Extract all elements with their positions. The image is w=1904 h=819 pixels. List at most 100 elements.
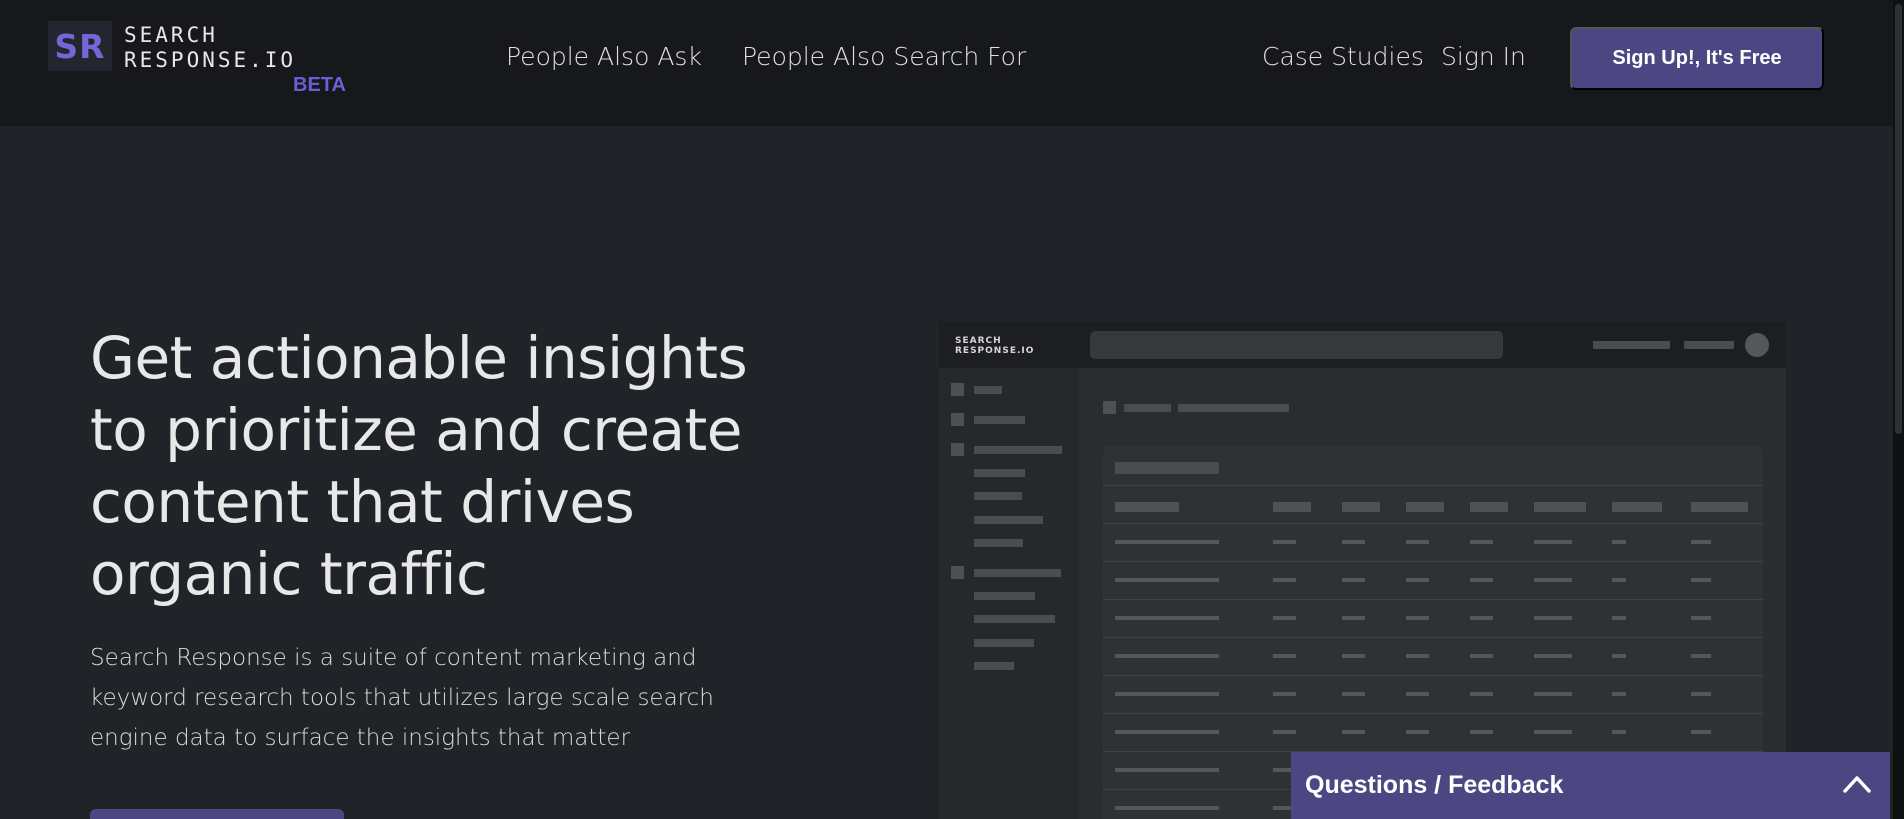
page-scrollbar[interactable] [1893,0,1904,819]
preview-table-cell [1115,578,1219,582]
preview-table-cell [1534,578,1572,582]
preview-table-cell [1612,578,1626,582]
preview-table-cell [1691,616,1711,620]
nav-people-also-search-for[interactable]: People Also Search For [742,42,1026,71]
logo-mark: SR [48,21,112,71]
preview-table-cell [1470,616,1493,620]
preview-sidebar-item [974,446,1062,454]
preview-sidebar-icon [951,413,964,426]
preview-table-cell [1406,654,1429,658]
preview-breadcrumb-icon [1103,401,1116,414]
preview-table-cell [1273,616,1296,620]
preview-table-header-cell [1534,502,1586,512]
preview-table-cell [1115,768,1219,772]
nav-sign-in[interactable]: Sign In [1441,42,1526,71]
preview-sidebar-subitem [974,592,1035,600]
preview-table-cell [1470,692,1493,696]
chevron-up-icon[interactable] [1842,773,1872,795]
preview-table-cell [1691,654,1711,658]
preview-breadcrumb [1124,404,1171,412]
preview-table-cell [1342,654,1365,658]
preview-logo-line-2: RESPONSE.IO [955,346,1035,356]
preview-table-cell [1273,730,1296,734]
preview-table-cell [1115,730,1219,734]
preview-sidebar-icon [951,566,964,579]
preview-search-bar [1090,331,1503,359]
preview-table-cell [1273,692,1296,696]
preview-table-cell [1612,730,1626,734]
preview-table-divider [1103,561,1763,562]
preview-table-header-cell [1273,502,1311,512]
preview-table-cell [1406,540,1429,544]
preview-table-header-cell [1612,502,1662,512]
preview-logo-line-1: SEARCH [955,336,1002,346]
preview-avatar [1745,333,1769,357]
preview-sidebar-subitem [974,662,1014,670]
preview-table-cell [1612,616,1626,620]
site-header: SR SEARCH RESPONSE.IO BETA People Also A… [0,0,1893,126]
preview-table-divider [1103,675,1763,676]
preview-table-cell [1273,578,1296,582]
preview-logo: SEARCH RESPONSE.IO [955,336,1034,356]
preview-table-cell [1534,730,1572,734]
preview-table-cell [1406,578,1429,582]
preview-table-title [1115,462,1219,474]
feedback-label: Questions / Feedback [1305,771,1564,799]
logo-line-1: SEARCH [124,23,218,47]
preview-table-cell [1273,654,1296,658]
preview-table-cell [1342,616,1365,620]
preview-table-cell [1612,654,1626,658]
signup-button[interactable]: Sign Up!, It's Free [1570,27,1824,90]
preview-table-cell [1534,540,1572,544]
preview-table-cell [1470,654,1493,658]
preview-sidebar [939,368,1079,819]
nav-people-also-ask[interactable]: People Also Ask [506,42,702,71]
preview-table-cell [1691,692,1711,696]
preview-table-cell [1406,730,1429,734]
preview-table-cell [1115,616,1219,620]
preview-table-divider [1103,523,1763,524]
preview-sidebar-subitem [974,516,1043,524]
preview-sidebar-subitem [974,469,1025,477]
preview-sidebar-subitem [974,539,1023,547]
preview-table-cell [1342,578,1365,582]
preview-sidebar-item [974,569,1061,577]
preview-sidebar-item [974,416,1025,424]
preview-sidebar-subitem [974,492,1022,500]
hero-cta-button[interactable] [90,809,344,819]
preview-sidebar-subitem [974,615,1055,623]
preview-table-cell [1115,654,1219,658]
preview-table-cell [1115,692,1219,696]
preview-table-header-cell [1342,502,1380,512]
preview-table-header-cell [1470,502,1508,512]
preview-table-cell [1691,578,1711,582]
preview-sidebar-item [974,386,1002,394]
feedback-widget[interactable]: Questions / Feedback [1291,752,1890,819]
hero-title: Get actionable insights to prioritize an… [90,324,748,608]
preview-table-cell [1273,540,1296,544]
preview-table-cell [1534,692,1572,696]
preview-table-cell [1406,692,1429,696]
logo-wordmark: SEARCH RESPONSE.IO [124,23,296,73]
preview-table-cell [1342,540,1365,544]
product-preview-image: SEARCH RESPONSE.IO [939,321,1786,819]
preview-topbar-link [1684,341,1734,349]
beta-badge: BETA [293,74,346,96]
scrollbar-thumb[interactable] [1895,4,1902,434]
preview-table-cell [1612,692,1626,696]
preview-table-divider [1103,485,1763,486]
preview-topbar-link [1593,341,1670,349]
preview-table-cell [1115,806,1219,810]
preview-table-cell [1470,730,1493,734]
logo[interactable]: SR SEARCH RESPONSE.IO [48,21,296,73]
preview-table-divider [1103,637,1763,638]
preview-table-cell [1342,692,1365,696]
logo-line-2: RESPONSE.IO [124,48,297,72]
preview-table-cell [1115,540,1219,544]
preview-table-cell [1534,616,1572,620]
preview-table-cell [1406,616,1429,620]
preview-table-cell [1612,540,1626,544]
nav-case-studies[interactable]: Case Studies [1262,42,1424,71]
preview-table-cell [1470,540,1493,544]
preview-table-cell [1691,540,1711,544]
